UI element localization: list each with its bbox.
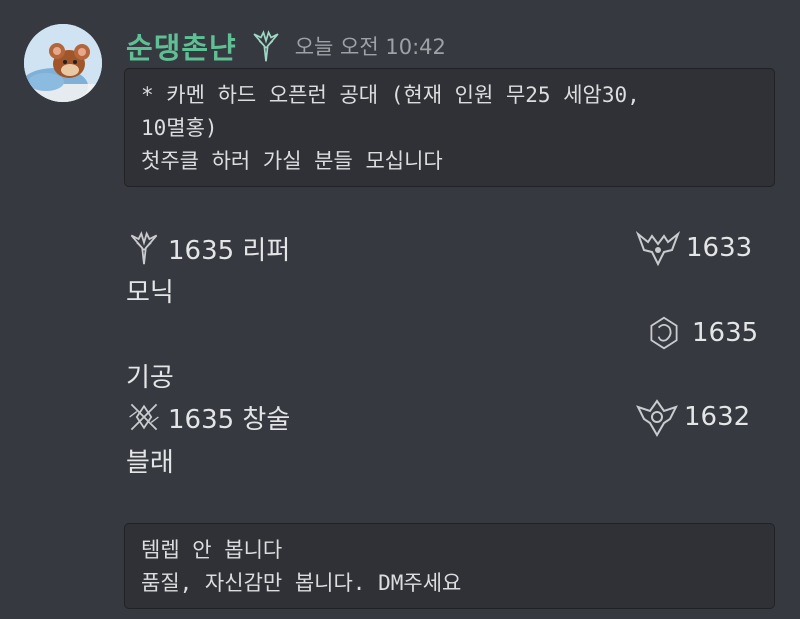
roster-text: 1632 [684, 402, 751, 432]
roster-row: 1635 창술 [126, 397, 290, 437]
code-block-notes: 템렙 안 봅니다품질, 자신감만 봅니다. DM주세요 [124, 523, 775, 609]
roster-row: 모닉 [126, 270, 174, 310]
roster-text: 1635 창술 [168, 404, 291, 435]
roster-text: 기공 [126, 362, 174, 393]
class-crest-icon [636, 399, 678, 437]
roster-text: 1635 리퍼 [168, 235, 291, 266]
message-header: 순댕촌냔 오늘 오전 10:42 [126, 26, 446, 66]
reaper-class-icon [253, 30, 279, 62]
code-line: 품질, 자신감만 봅니다. DM주세요 [141, 571, 462, 595]
reaper-class-icon [130, 231, 158, 265]
roster-text: 모닉 [126, 277, 174, 308]
code-line: 첫주클 하러 가실 분들 모십니다 [141, 149, 443, 173]
roster-row: 1635 [646, 313, 758, 353]
roster-text: 1633 [686, 233, 753, 263]
username[interactable]: 순댕촌냔 [126, 25, 237, 67]
roster-row: 1633 [636, 228, 752, 268]
roster-row: 1632 [636, 397, 750, 437]
roster-text: 1635 [692, 318, 759, 348]
lancemaster-class-icon [129, 403, 159, 431]
code-line: * 카멘 하드 오픈런 공대 (현재 인원 무25 세암30, [141, 83, 640, 107]
roster-row: 블래 [126, 440, 174, 480]
user-avatar[interactable] [24, 24, 102, 102]
roster-row: 기공 [126, 355, 174, 395]
code-line: 템렙 안 봅니다 [141, 538, 283, 562]
code-block-recruitment: * 카멘 하드 오픈런 공대 (현재 인원 무25 세암30, 10멸홍) 첫주클 … [124, 68, 775, 187]
roster-text: 블래 [126, 447, 174, 478]
demonic-class-icon [636, 231, 680, 267]
roster-row: 1635 리퍼 [126, 228, 290, 268]
chat-message: 순댕촌냔 오늘 오전 10:42 * 카멘 하드 오픈런 공대 (현재 인원 무… [0, 0, 800, 619]
timestamp: 오늘 오전 10:42 [294, 35, 446, 59]
class-emblem-icon [650, 316, 678, 350]
code-line: 10멸홍) [141, 116, 218, 140]
